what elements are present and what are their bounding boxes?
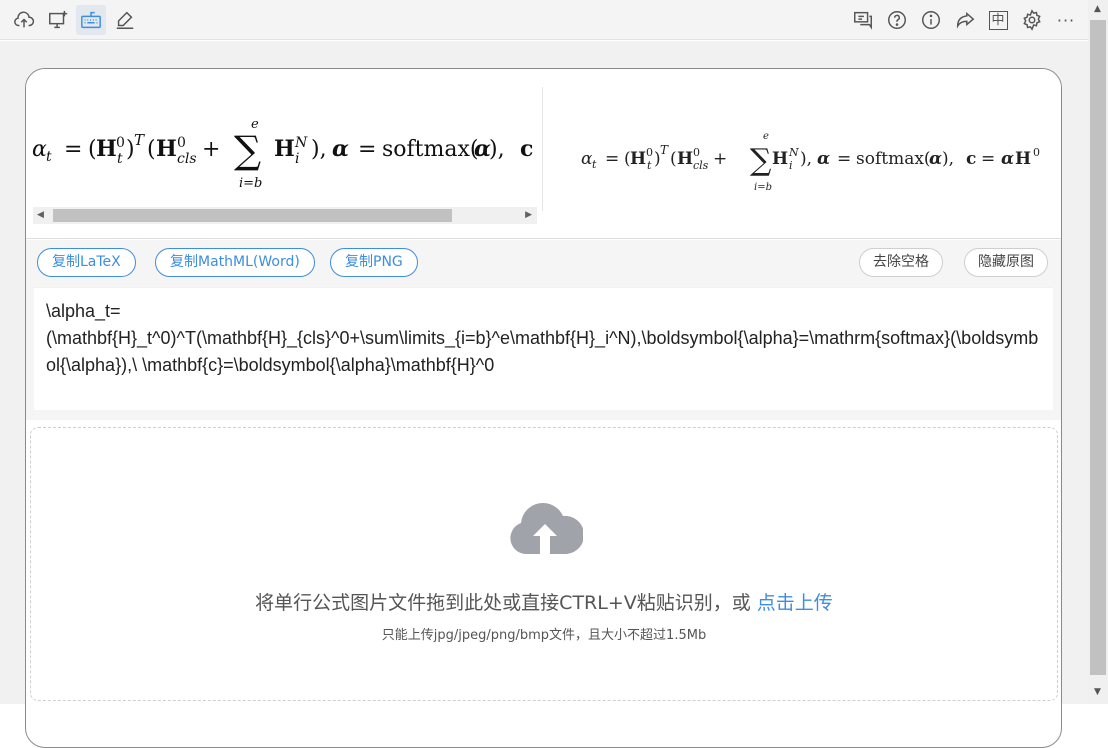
svg-text:i: i <box>789 159 793 172</box>
settings-icon[interactable] <box>1017 5 1047 35</box>
latex-editor[interactable]: \alpha_t= (\mathbf{H}_t^0)^T(\mathbf{H}_… <box>34 287 1053 410</box>
svg-text:t: t <box>46 149 52 165</box>
scroll-left-icon[interactable]: ◀ <box>37 210 44 221</box>
svg-text:i: i <box>295 151 299 167</box>
svg-text:),: ), <box>800 149 812 169</box>
help-icon[interactable] <box>882 5 912 35</box>
svg-text:softmax(: softmax( <box>856 149 931 169</box>
keyboard-icon[interactable] <box>76 5 106 35</box>
svg-text:α: α <box>1001 149 1014 169</box>
svg-text:N: N <box>294 135 308 151</box>
svg-text:),: ), <box>489 137 505 162</box>
svg-text:cls: cls <box>177 151 197 167</box>
svg-text:H: H <box>156 136 177 162</box>
scroll-down-icon[interactable]: ▼ <box>1094 687 1101 697</box>
handwriting-icon[interactable] <box>110 5 140 35</box>
copy-latex-button[interactable]: 复制LaTeX <box>37 248 136 277</box>
preview-divider <box>542 87 543 211</box>
hide-original-button[interactable]: 隐藏原图 <box>964 248 1048 277</box>
svg-text:α: α <box>332 136 349 162</box>
svg-text:α: α <box>32 137 47 162</box>
cloud-upload-icon[interactable] <box>9 5 39 35</box>
svg-text:α: α <box>929 149 942 169</box>
svg-text:H: H <box>1015 149 1031 169</box>
svg-text:=: = <box>981 149 995 169</box>
svg-text:e: e <box>763 131 769 142</box>
svg-text:0: 0 <box>646 146 653 159</box>
scroll-right-icon[interactable]: ▶ <box>525 210 532 221</box>
remove-spaces-button[interactable]: 去除空格 <box>859 248 943 277</box>
share-icon[interactable] <box>950 5 980 35</box>
info-icon[interactable] <box>916 5 946 35</box>
svg-text:cls: cls <box>693 159 709 172</box>
top-toolbar: 中 ··· <box>0 0 1088 40</box>
svg-text:+: + <box>713 149 727 169</box>
svg-text:=: = <box>358 137 376 162</box>
svg-text:T: T <box>134 131 145 149</box>
vertical-scrollbar-thumb[interactable] <box>1090 20 1106 675</box>
upload-instructions: 将单行公式图片文件拖到此处或直接CTRL+V粘贴识别，或 点击上传 <box>31 588 1057 615</box>
vertical-scrollbar[interactable]: ▲ ▼ <box>1088 0 1108 704</box>
svg-text:t: t <box>647 159 652 172</box>
svg-text:(: ( <box>670 149 677 169</box>
svg-text:∑: ∑ <box>234 128 261 172</box>
svg-text:t: t <box>592 158 597 171</box>
language-label: 中 <box>988 10 1008 30</box>
svg-text:c: c <box>966 149 976 169</box>
copy-png-button[interactable]: 复制PNG <box>330 248 418 277</box>
action-bar: 复制LaTeX 复制MathML(Word) 复制PNG 去除空格 隐藏原图 <box>26 240 1061 286</box>
svg-text:α: α <box>817 149 830 169</box>
svg-text:0: 0 <box>693 146 700 159</box>
svg-text:H: H <box>630 149 646 169</box>
copy-mathml-button[interactable]: 复制MathML(Word) <box>155 248 315 277</box>
svg-text:softmax(: softmax( <box>382 137 479 162</box>
language-icon[interactable]: 中 <box>983 5 1013 35</box>
svg-text:i=b: i=b <box>754 182 772 193</box>
recognition-card: α t = ( H 0 t ) T ( H 0 cls + e ∑ i=b H … <box>25 68 1062 748</box>
upload-limits-text: 只能上传jpg/jpeg/png/bmp文件，且大小不超过1.5Mb <box>381 628 707 643</box>
svg-text:H: H <box>772 149 788 169</box>
svg-text:N: N <box>788 146 799 159</box>
svg-text:=: = <box>837 149 851 169</box>
more-icon[interactable]: ··· <box>1051 5 1081 35</box>
svg-text:H: H <box>274 136 295 162</box>
svg-text:),: ), <box>311 137 327 162</box>
svg-text:H: H <box>96 136 117 162</box>
svg-text:0: 0 <box>1033 146 1040 159</box>
main-canvas: α t = ( H 0 t ) T ( H 0 cls + e ∑ i=b H … <box>0 41 1088 748</box>
svg-text:0: 0 <box>116 135 125 151</box>
rendered-formula: α t = ( H 0 t ) T ( H 0 cls + e ∑ i=b H … <box>26 95 537 207</box>
svg-text:=: = <box>64 137 82 162</box>
upload-main-text: 将单行公式图片文件拖到此处或直接CTRL+V粘贴识别，或 <box>255 592 757 614</box>
horizontal-scrollbar[interactable]: ◀ ▶ <box>33 207 537 224</box>
svg-text:=: = <box>605 149 619 169</box>
svg-text:),: ), <box>942 149 954 169</box>
svg-text:(: ( <box>147 137 156 162</box>
feedback-icon[interactable] <box>848 5 878 35</box>
svg-text:+: + <box>202 137 220 162</box>
svg-text:i=b: i=b <box>239 176 262 191</box>
svg-text:H: H <box>677 149 693 169</box>
scroll-up-icon[interactable]: ▲ <box>1094 4 1101 14</box>
click-upload-link[interactable]: 点击上传 <box>757 592 833 614</box>
cloud-upload-icon <box>510 503 583 554</box>
svg-text:0: 0 <box>177 135 186 151</box>
original-formula-image: α t = ( H 0 t ) T ( H 0 cls + e ∑ i=b H … <box>567 109 1061 209</box>
upload-dropzone[interactable]: 将单行公式图片文件拖到此处或直接CTRL+V粘贴识别，或 点击上传 只能上传jp… <box>30 427 1058 701</box>
svg-text:t: t <box>117 151 123 167</box>
formula-preview: α t = ( H 0 t ) T ( H 0 cls + e ∑ i=b H … <box>26 69 1061 239</box>
screen-capture-icon[interactable] <box>43 5 73 35</box>
scrollbar-thumb[interactable] <box>53 209 452 222</box>
svg-text:∑: ∑ <box>750 143 772 178</box>
svg-text:c: c <box>520 136 533 162</box>
svg-text:T: T <box>660 143 669 157</box>
